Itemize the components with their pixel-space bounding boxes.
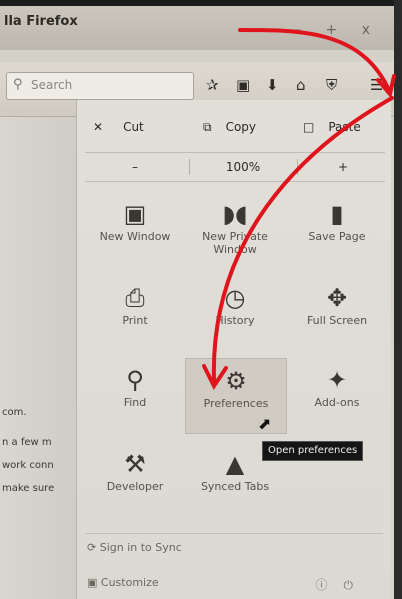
search-input[interactable]: Search <box>31 78 72 92</box>
save-page-icon: ▮ <box>330 200 344 228</box>
paste-label: Paste <box>328 120 361 134</box>
menu-item-add-ons[interactable]: ✦ Add-ons <box>289 364 385 436</box>
cut-button[interactable]: ✕ Cut <box>93 110 144 144</box>
menu-item-find[interactable]: ⚲ Find <box>87 364 183 436</box>
power-icon[interactable]: ⏻ <box>344 578 370 592</box>
print-icon: ⎙ <box>125 284 145 312</box>
cut-label: Cut <box>123 120 144 134</box>
shield-icon[interactable]: ⛨ <box>326 76 337 94</box>
menu-item-developer[interactable]: ⚒ Developer <box>87 448 183 520</box>
copy-icon: ⧉ <box>203 119 212 134</box>
menu-item-history[interactable]: ◷ History <box>187 282 283 354</box>
fullscreen-icon: ✥ <box>326 284 348 312</box>
menu-item-full-screen[interactable]: ✥ Full Screen <box>289 282 385 354</box>
menu-items-grid: ▣ New Window ◗◖ New Private Window ▮ Sav… <box>77 192 391 532</box>
menu-item-print[interactable]: ⎙ Print <box>87 282 183 354</box>
menu-item-label: Full Screen <box>306 314 368 327</box>
photo-screen: lla Firefox – + x ⚲ Search ✰ ▣ ⬇ ⌂ ⛨ ☰ c… <box>0 0 402 599</box>
menu-icon[interactable]: ☰ <box>370 76 383 94</box>
hamburger-menu-panel: ✕ Cut ⧉ Copy □ Paste – 100% + ▣ New Wind… <box>76 100 391 599</box>
search-box[interactable]: ⚲ Search <box>6 72 194 100</box>
menu-item-label: Save Page <box>308 230 366 243</box>
divider <box>189 159 190 175</box>
star-icon[interactable]: ✰ <box>206 76 219 94</box>
menu-item-label: Find <box>123 396 147 409</box>
menu-item-new-window[interactable]: ▣ New Window <box>87 198 183 270</box>
customize-button[interactable]: ▣ Customize <box>87 576 159 589</box>
sign-in-label: Sign in to Sync <box>99 541 182 554</box>
history-icon: ◷ <box>224 284 246 312</box>
clipboard-icon[interactable]: ▣ <box>236 76 250 94</box>
zoom-out-button[interactable]: – <box>85 153 185 181</box>
title-bar: lla Firefox – + x <box>0 6 394 50</box>
window-title: lla Firefox <box>4 14 78 29</box>
new-window-icon: ▣ <box>123 200 147 228</box>
menu-item-label: Synced Tabs <box>200 480 270 493</box>
page-line: n a few m <box>2 437 52 448</box>
paste-icon: □ <box>303 120 315 134</box>
window-controls[interactable]: – + x <box>294 22 380 38</box>
home-icon[interactable]: ⌂ <box>296 76 306 94</box>
paste-button[interactable]: □ Paste <box>303 110 361 144</box>
copy-button[interactable]: ⧉ Copy <box>203 110 256 144</box>
menu-item-label: Preferences <box>203 397 269 410</box>
wrench-icon: ⚒ <box>124 450 146 478</box>
page-line: make sure <box>2 483 55 494</box>
copy-label: Copy <box>225 120 257 134</box>
mouse-cursor-icon: ⬈ <box>258 414 272 433</box>
private-mask-icon: ◗◖ <box>222 200 248 228</box>
divider <box>297 159 298 175</box>
scissors-icon: ✕ <box>93 120 104 134</box>
page-line: work conn <box>2 460 54 471</box>
zoom-reset-button[interactable]: 100% <box>193 153 293 181</box>
sign-in-to-sync-button[interactable]: ⟳ Sign in to Sync <box>87 541 182 554</box>
menu-item-save-page[interactable]: ▮ Save Page <box>289 198 385 270</box>
menu-item-label: Add-ons <box>314 396 360 409</box>
find-icon: ⚲ <box>126 366 144 394</box>
menu-item-label: New Private Window <box>202 230 268 256</box>
zoom-in-button[interactable]: + <box>301 153 385 181</box>
page-line: com. <box>2 407 27 418</box>
menu-item-label: Developer <box>106 480 164 493</box>
zoom-controls: – 100% + <box>85 152 385 182</box>
page-content: com. n a few m work conn make sure <box>0 117 80 599</box>
gear-icon: ⚙ <box>225 367 247 395</box>
download-icon[interactable]: ⬇ <box>266 76 279 94</box>
menu-item-new-private-window[interactable]: ◗◖ New Private Window <box>187 198 283 270</box>
menu-item-label: History <box>215 314 255 327</box>
edit-controls: ✕ Cut ⧉ Copy □ Paste <box>85 110 385 144</box>
menu-item-label: Print <box>122 314 148 327</box>
menu-item-preferences[interactable]: ⚙ Preferences <box>185 358 287 434</box>
divider <box>85 533 383 534</box>
footer-actions: ⓘ⏻ <box>315 576 369 593</box>
monitor-bezel-right <box>394 0 402 599</box>
customize-icon: ▣ <box>87 576 98 589</box>
help-icon[interactable]: ⓘ <box>315 578 343 592</box>
search-icon: ⚲ <box>13 77 23 92</box>
sync-icon: ⟳ <box>87 541 97 554</box>
menu-item-label: New Window <box>99 230 171 243</box>
puzzle-icon: ✦ <box>326 366 348 394</box>
customize-label: Customize <box>100 576 159 589</box>
preferences-tooltip: Open preferences <box>262 441 364 461</box>
